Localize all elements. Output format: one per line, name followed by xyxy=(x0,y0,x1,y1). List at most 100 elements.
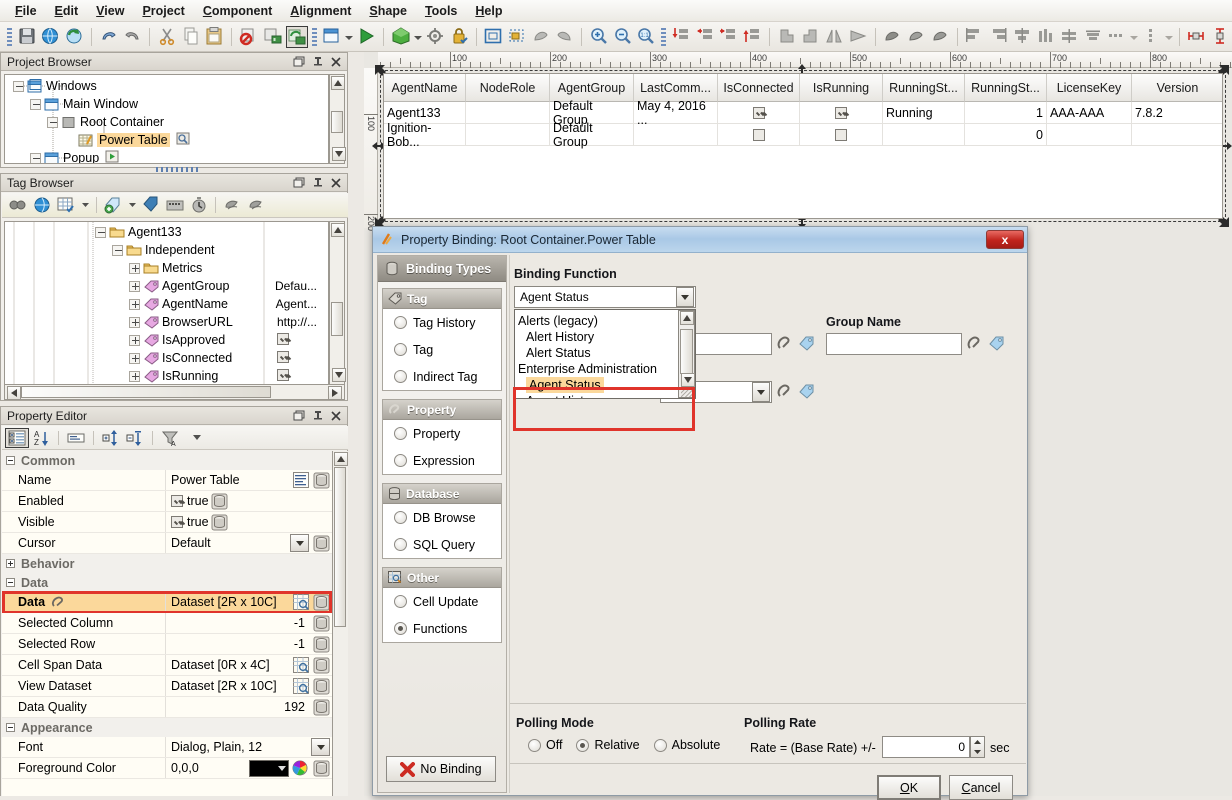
delete-binding-icon[interactable] xyxy=(238,26,260,48)
table-cell[interactable] xyxy=(1132,124,1223,146)
corner-icon[interactable] xyxy=(799,26,821,48)
save-icon[interactable] xyxy=(16,26,38,48)
dropdown-arrow-icon[interactable] xyxy=(343,26,354,48)
align-bottom-icon[interactable] xyxy=(741,26,763,48)
stepper-up-button[interactable] xyxy=(971,737,984,747)
property-row-name[interactable]: NamePower Table xyxy=(2,470,332,491)
tag-expander[interactable] xyxy=(129,263,140,274)
menu-file[interactable]: File xyxy=(6,2,46,20)
flip-icon[interactable] xyxy=(847,26,869,48)
tag-row-browserurl[interactable]: BrowserURLhttp://... xyxy=(5,313,328,331)
pin-icon[interactable] xyxy=(310,409,326,423)
align-left-icon[interactable] xyxy=(694,26,716,48)
property-value-cell[interactable]: Power Table xyxy=(166,470,332,490)
property-value-cell[interactable]: -1 xyxy=(166,613,332,633)
restore-icon[interactable] xyxy=(292,409,308,423)
dropdown-arrow-icon[interactable] xyxy=(125,194,139,216)
cut-icon[interactable] xyxy=(156,26,178,48)
tag-value-checkbox[interactable] xyxy=(277,333,289,345)
text-editor-button[interactable] xyxy=(293,472,309,488)
scroll-left-button[interactable] xyxy=(7,386,21,400)
table-cell[interactable] xyxy=(718,102,800,124)
property-row-selected-column[interactable]: Selected Column-1 xyxy=(2,613,332,634)
binding-option-expression[interactable]: Expression xyxy=(383,447,501,474)
history-icon[interactable] xyxy=(187,194,211,216)
scroll-up-button[interactable] xyxy=(331,76,345,90)
binding-type-groups[interactable]: TagTag HistoryTagIndirect TagPropertyPro… xyxy=(378,282,506,643)
table-cell[interactable]: 0 xyxy=(965,124,1047,146)
opc-icon[interactable] xyxy=(163,194,187,216)
scroll-right-button[interactable] xyxy=(328,386,342,400)
dist-center-icon[interactable] xyxy=(1011,26,1033,48)
property-row-foreground-color[interactable]: Foreground Color0,0,0 xyxy=(2,758,332,779)
shape-left-icon[interactable] xyxy=(530,26,552,48)
tag-expander[interactable] xyxy=(112,245,123,256)
polling-option-absolute[interactable]: Absolute xyxy=(654,738,721,752)
group-expander[interactable] xyxy=(6,456,15,465)
radio-button[interactable] xyxy=(654,739,667,752)
cell-checkbox[interactable] xyxy=(835,107,847,119)
toolbar-grip[interactable] xyxy=(661,28,666,46)
table-row[interactable]: Ignition-Bob...Default Group0 xyxy=(384,124,1222,146)
zoom-in-icon[interactable] xyxy=(588,26,610,48)
polling-option-relative[interactable]: Relative xyxy=(576,738,639,752)
polling-option-off[interactable]: Off xyxy=(528,738,562,752)
table-cell[interactable]: 1 xyxy=(965,102,1047,124)
polling-rate-stepper[interactable] xyxy=(970,736,985,758)
tag-expander[interactable] xyxy=(95,227,106,238)
scroll-down-button[interactable] xyxy=(681,373,695,387)
binding-indicator-icon[interactable] xyxy=(176,132,191,149)
undo-icon[interactable] xyxy=(98,26,120,48)
dataset-editor-button[interactable] xyxy=(293,657,309,673)
spacing-icon[interactable] xyxy=(1106,26,1128,48)
tag-value-checkbox[interactable] xyxy=(277,369,289,381)
close-icon[interactable] xyxy=(328,409,344,423)
tree-node-power-table[interactable]: Power Table xyxy=(5,131,328,149)
table-cell[interactable]: Running xyxy=(883,102,965,124)
table-cell[interactable]: May 4, 2016 ... xyxy=(634,102,718,124)
refresh-project-icon[interactable] xyxy=(63,26,85,48)
shape-c-icon[interactable] xyxy=(929,26,951,48)
tag-expander[interactable] xyxy=(129,353,140,364)
property-row-data[interactable]: DataDataset [2R x 10C] xyxy=(2,592,332,613)
property-binding-dialog[interactable]: Property Binding: Root Container.Power T… xyxy=(372,226,1028,796)
play-icon[interactable] xyxy=(105,150,119,164)
property-binding-button[interactable] xyxy=(313,594,330,611)
group-expander[interactable] xyxy=(6,723,15,732)
property-row-font[interactable]: FontDialog, Plain, 12 xyxy=(2,737,332,758)
group-name-tag-icon[interactable] xyxy=(988,335,1005,355)
refresh-tags-icon[interactable] xyxy=(286,26,308,48)
project-browser-tree[interactable]: WindowsMain WindowRoot ContainerPower Ta… xyxy=(4,74,329,164)
property-row-visible[interactable]: Visibletrue xyxy=(2,512,332,533)
select-all-icon[interactable] xyxy=(483,26,505,48)
cell-checkbox[interactable] xyxy=(753,107,765,119)
rotate-icon[interactable] xyxy=(776,26,798,48)
menu-component[interactable]: Component xyxy=(194,2,281,20)
tree-node-popup[interactable]: Popup xyxy=(5,149,328,164)
dist-left-icon[interactable] xyxy=(963,26,985,48)
add-tag-icon[interactable] xyxy=(101,194,125,216)
polling-rate-input[interactable]: 0 xyxy=(882,736,970,758)
filter-dropdown-icon[interactable] xyxy=(188,428,206,448)
scroll-up-button[interactable] xyxy=(680,311,694,325)
table-cell[interactable] xyxy=(718,124,800,146)
size-width-icon[interactable] xyxy=(1186,26,1208,48)
menu-alignment[interactable]: Alignment xyxy=(281,2,360,20)
tag-expander[interactable] xyxy=(129,335,140,346)
table-column-header[interactable]: IsConnected xyxy=(718,74,800,102)
group-expander[interactable] xyxy=(6,578,15,587)
scroll-down-button[interactable] xyxy=(332,147,346,161)
description-icon[interactable] xyxy=(64,428,88,448)
tag-row-isrunning[interactable]: IsRunning xyxy=(5,367,328,385)
update-tags-icon[interactable] xyxy=(262,26,284,48)
table-cell[interactable] xyxy=(800,102,883,124)
radio-button[interactable] xyxy=(394,454,407,467)
paste-icon[interactable] xyxy=(204,26,226,48)
center-icon[interactable] xyxy=(1082,26,1104,48)
property-value-cell[interactable]: 0,0,0 xyxy=(166,758,332,778)
scroll-thumb[interactable] xyxy=(334,467,346,627)
stepper-down-button[interactable] xyxy=(971,747,984,757)
property-group-appearance[interactable]: Appearance xyxy=(2,718,332,737)
tree-expander[interactable] xyxy=(30,99,41,110)
dialog-titlebar[interactable]: Property Binding: Root Container.Power T… xyxy=(373,227,1027,253)
